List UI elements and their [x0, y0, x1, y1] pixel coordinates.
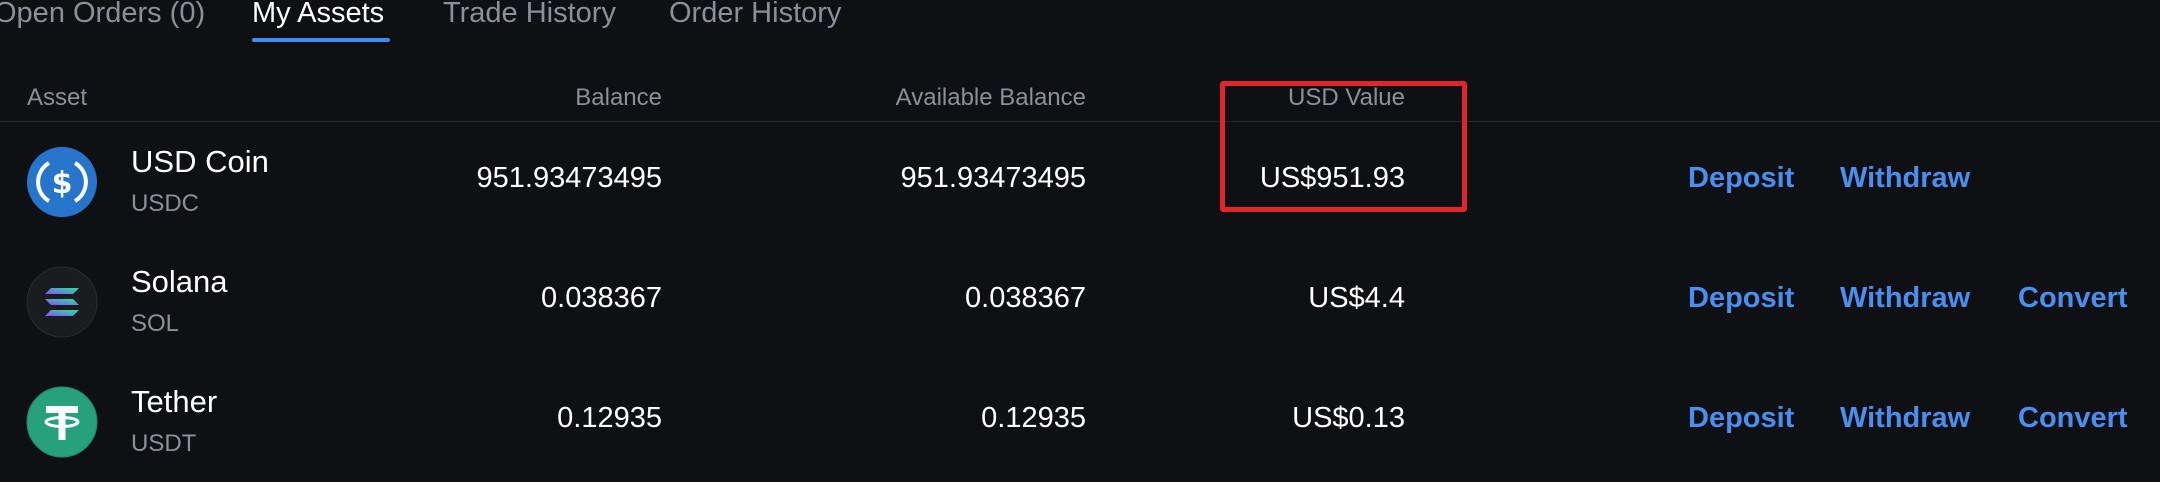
- header-available-balance: Available Balance: [895, 84, 1086, 111]
- usd-value: US$0.13: [1292, 402, 1405, 434]
- available-balance-value: 951.93473495: [900, 162, 1086, 194]
- svg-text:$: $: [52, 166, 73, 201]
- available-balance-value: 0.038367: [965, 282, 1086, 314]
- available-balance-value: 0.12935: [981, 402, 1086, 434]
- deposit-button[interactable]: Deposit: [1688, 282, 1794, 315]
- usdc-icon: $: [26, 146, 98, 218]
- asset-tabs: Open Orders (0) My Assets Trade History …: [0, 0, 2160, 44]
- table-header: Asset Balance Available Balance USD Valu…: [0, 84, 2160, 122]
- active-tab-indicator: [252, 38, 390, 42]
- tab-trade-history[interactable]: Trade History: [443, 0, 616, 30]
- balance-value: 0.038367: [541, 282, 662, 314]
- asset-symbol: USDC: [131, 190, 200, 217]
- usd-value: US$951.93: [1259, 162, 1405, 194]
- asset-name: USD Coin: [131, 144, 269, 179]
- asset-symbol: SOL: [131, 310, 180, 337]
- deposit-button[interactable]: Deposit: [1688, 162, 1794, 195]
- convert-button[interactable]: Convert: [2018, 402, 2128, 435]
- tether-icon: [26, 386, 98, 458]
- tab-my-assets[interactable]: My Assets: [252, 0, 384, 30]
- table-row[interactable]: Tether USDT 0.12935 0.12935 US$0.13 Depo…: [0, 362, 2160, 482]
- usd-value: US$4.4: [1308, 282, 1405, 314]
- table-row[interactable]: Solana SOL 0.038367 0.038367 US$4.4 Depo…: [0, 242, 2160, 362]
- withdraw-button[interactable]: Withdraw: [1840, 162, 1970, 195]
- withdraw-button[interactable]: Withdraw: [1840, 282, 1970, 315]
- header-usd-value: USD Value: [1288, 84, 1405, 111]
- withdraw-button[interactable]: Withdraw: [1840, 402, 1970, 435]
- asset-name: Solana: [131, 264, 228, 299]
- asset-name: Tether: [131, 384, 218, 419]
- asset-symbol: USDT: [131, 430, 197, 457]
- solana-icon: [26, 266, 98, 338]
- tab-order-history[interactable]: Order History: [669, 0, 841, 30]
- table-row[interactable]: $ USD Coin USDC 951.93473495 951.9347349…: [0, 122, 2160, 242]
- tab-open-orders[interactable]: Open Orders (0): [0, 0, 205, 30]
- header-balance: Balance: [575, 84, 662, 111]
- deposit-button[interactable]: Deposit: [1688, 402, 1794, 435]
- balance-value: 951.93473495: [476, 162, 662, 194]
- convert-button[interactable]: Convert: [2018, 282, 2128, 315]
- balance-value: 0.12935: [557, 402, 662, 434]
- header-asset: Asset: [27, 84, 88, 111]
